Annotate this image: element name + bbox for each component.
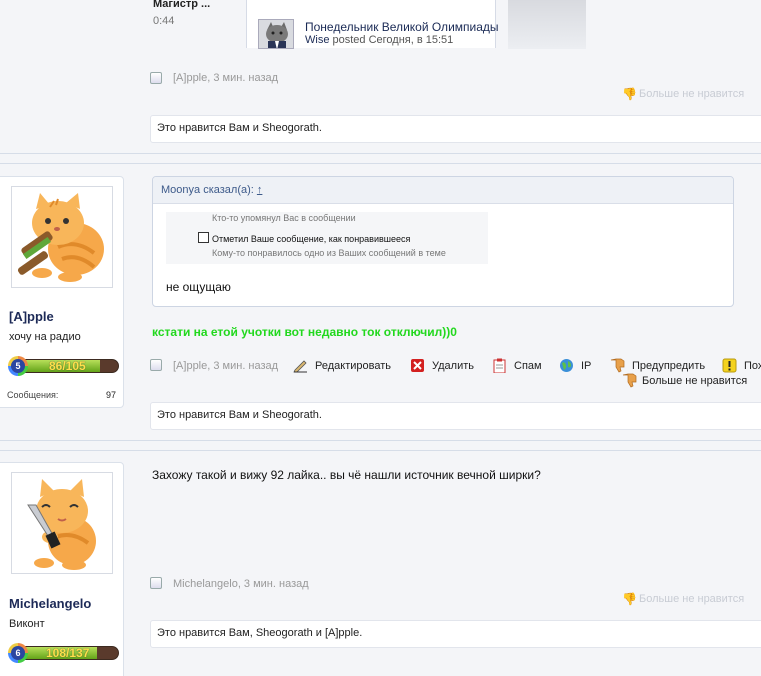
- thread-author[interactable]: Wise: [305, 34, 329, 46]
- post2-level-badge: 5: [8, 356, 28, 376]
- thumb-down-icon: [610, 358, 625, 373]
- ip-button[interactable]: IP: [559, 358, 591, 373]
- warn-button[interactable]: Предупредить: [610, 358, 705, 373]
- post3-dislike-label: Больше не нравится: [639, 593, 745, 605]
- post2-level-number: 5: [11, 359, 25, 373]
- spam-button[interactable]: Спам: [492, 358, 542, 373]
- cat-avatar-icon: [27, 479, 96, 570]
- post3-select-checkbox[interactable]: [150, 577, 162, 589]
- pencil-icon: [293, 358, 308, 373]
- cat-avatar-icon: [17, 193, 104, 282]
- quote-reply-text: не ощущаю: [166, 280, 231, 294]
- post-divider: [0, 450, 761, 451]
- thread-title[interactable]: Понедельник Великой Олимпиады: [305, 20, 499, 34]
- post3-avatar[interactable]: [11, 472, 113, 574]
- top-side-image: [508, 0, 586, 49]
- thumb-down-icon: 👎: [622, 87, 637, 101]
- post3-level-badge: 6: [8, 643, 28, 663]
- warn-label: Предупредить: [632, 359, 706, 372]
- post2-likes-summary: Это нравится Вам и Sheogorath.: [150, 402, 761, 430]
- globe-icon: [559, 358, 574, 373]
- post3-user-title: Виконт: [9, 618, 45, 630]
- post-divider: [0, 440, 761, 441]
- more-button[interactable]: Пох: [722, 358, 761, 373]
- quote-notify-checkbox: [198, 232, 209, 243]
- post3-author-time[interactable]: Michelangelo, 3 мин. назад: [173, 578, 309, 590]
- thread-meta: Wise posted Сегодня, в 15:51: [305, 34, 453, 46]
- post2-author-time[interactable]: [A]pple, 3 мин. назад: [173, 360, 278, 372]
- post3-message: Захожу такой и вижу 92 лайка.. вы чё наш…: [152, 468, 541, 482]
- quote-jump-link[interactable]: ↑: [257, 184, 263, 196]
- post1-select-checkbox[interactable]: [150, 72, 162, 84]
- ip-label: IP: [581, 359, 592, 372]
- post2-level-progress: 86/105: [49, 359, 86, 373]
- warning-icon: [722, 358, 737, 373]
- post2-username[interactable]: [A]pple: [9, 309, 54, 324]
- post1-dislike-link[interactable]: 👎 Больше не нравится: [622, 87, 745, 101]
- delete-label: Удалить: [432, 359, 474, 372]
- thumb-down-icon: [622, 373, 637, 388]
- delete-button[interactable]: Удалить: [410, 358, 474, 373]
- post2-dislike-link[interactable]: Больше не нравится: [622, 373, 747, 388]
- post2-message: кстати на етой учотки вот недавно ток от…: [152, 325, 457, 339]
- more-label: Пох: [744, 359, 761, 372]
- post3-username[interactable]: Michelangelo: [9, 596, 91, 611]
- quote-notify-thread: Кому-то понравилось одно из Ваших сообще…: [212, 248, 446, 258]
- post2-posts-label: Сообщения:: [7, 390, 59, 400]
- post1-author-time[interactable]: [A]pple, 3 мин. назад: [173, 72, 278, 84]
- spam-label: Спам: [514, 359, 542, 372]
- edit-label: Редактировать: [315, 359, 391, 372]
- quote-notify-mention: Кто-то упомянул Вас в сообщении: [212, 213, 356, 223]
- post1-dislike-label: Больше не нравится: [639, 88, 745, 100]
- post2-dislike-label: Больше не нравится: [642, 374, 748, 387]
- post2-posts-count: 97: [106, 390, 117, 400]
- thread-meta-text: posted Сегодня, в 15:51: [332, 34, 454, 46]
- thread-thumbnail[interactable]: [258, 19, 294, 49]
- post3-level-progress: 108/137: [46, 646, 90, 660]
- quote-header: Moonya сказал(а): ↑: [153, 177, 733, 204]
- post-divider: [0, 163, 761, 164]
- quote-author: Moonya сказал(а):: [161, 184, 254, 196]
- delete-icon: [410, 358, 425, 373]
- top-user-name[interactable]: Магистр ...: [153, 0, 210, 10]
- quote-notify-liked: Отметил Ваше сообщение, как понравившеес…: [212, 234, 411, 244]
- edit-button[interactable]: Редактировать: [293, 358, 391, 373]
- post2-avatar[interactable]: [11, 186, 113, 288]
- post3-dislike-link[interactable]: 👎 Больше не нравится: [622, 592, 745, 606]
- post2-user-title: хочу на радио: [9, 331, 81, 343]
- clipboard-icon: [492, 358, 507, 373]
- post-divider: [0, 153, 761, 154]
- post2-select-checkbox[interactable]: [150, 359, 162, 371]
- thumb-down-icon: 👎: [622, 592, 637, 606]
- post1-likes-summary: Это нравится Вам и Sheogorath.: [150, 115, 761, 143]
- post3-level-number: 6: [11, 646, 25, 660]
- top-user-time: 0:44: [153, 15, 175, 27]
- post3-likes-summary: Это нравится Вам, Sheogorath и [A]pple.: [150, 620, 761, 648]
